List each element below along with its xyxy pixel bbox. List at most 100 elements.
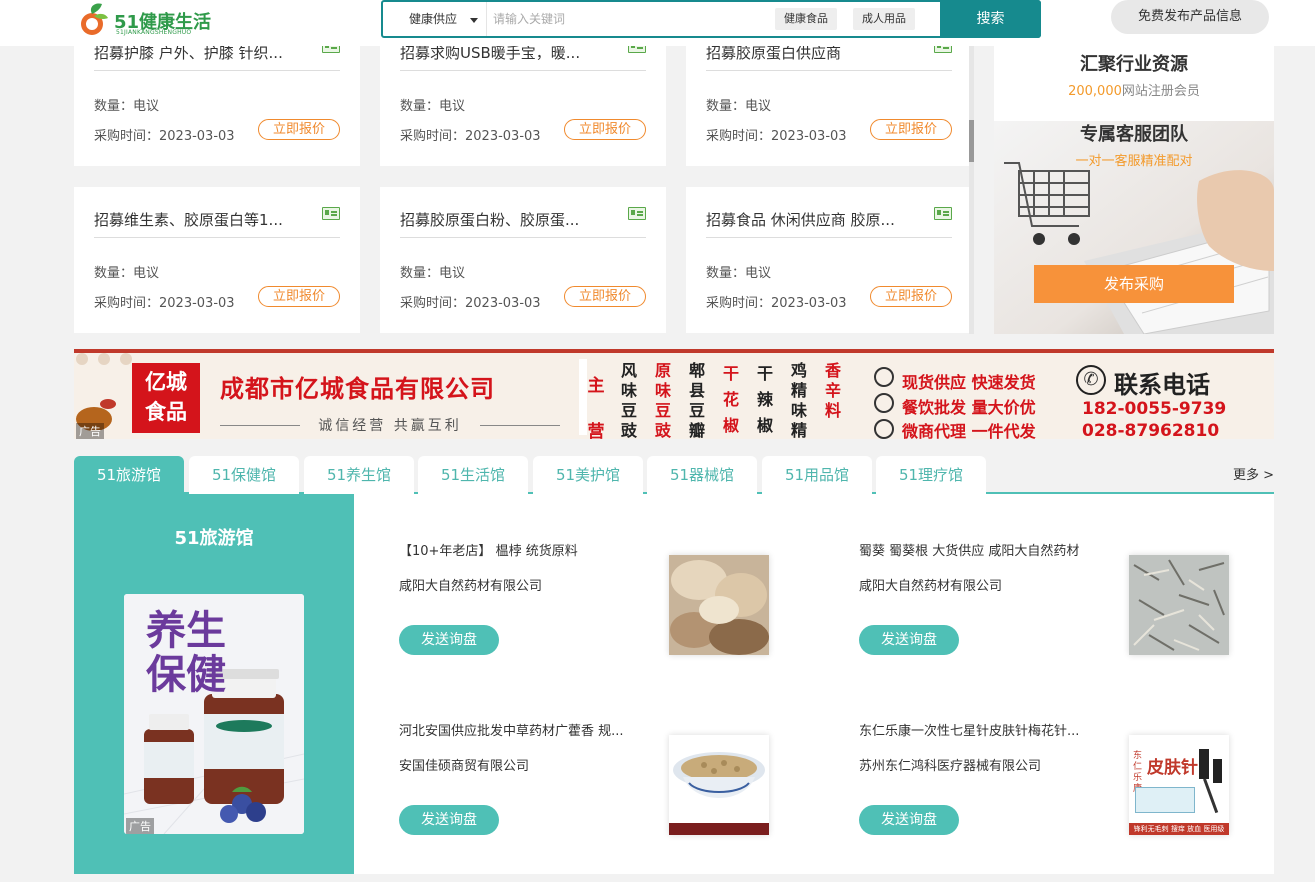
truck-icon [874, 367, 894, 387]
publish-product-button[interactable]: 免费发布产品信息 [1111, 0, 1269, 34]
publish-purchase-button[interactable]: 发布采购 [1034, 265, 1234, 303]
card-title[interactable]: 招募胶原蛋白粉、胶原蛋... [400, 209, 646, 238]
tab-life[interactable]: 51生活馆 [418, 456, 528, 494]
tab-therapy[interactable]: 51理疗馆 [876, 456, 986, 494]
quote-button[interactable]: 立即报价 [258, 119, 340, 140]
ad-label: 广告 [76, 423, 104, 439]
promo-panel: 汇聚行业资源 200,000网站注册会员 专属客服团队 一对一客服精准配对 发布… [994, 46, 1274, 334]
ad-service: 现货供应 快速发货 [902, 373, 1036, 392]
ad-product: 香辛料 [824, 361, 841, 420]
card-quantity: 数量：电议 [400, 266, 466, 281]
more-link[interactable]: 更多 > [1233, 464, 1274, 483]
card-purchase-time: 采购时间：2023-03-03 [706, 296, 847, 311]
quote-button[interactable]: 立即报价 [564, 286, 646, 307]
promo-title-resources: 汇聚行业资源 [1080, 54, 1188, 75]
card-title[interactable]: 招募求购USB暖手宝，暖... [400, 42, 646, 71]
slogan-line-right [480, 425, 560, 426]
search-type-label: 健康供应 [409, 12, 458, 26]
phone-icon: ✆ [1076, 365, 1106, 395]
product-company[interactable]: 安国佳硕商贸有限公司 [399, 755, 529, 774]
product-title[interactable]: 东仁乐康一次性七星针皮肤针梅花针... [859, 720, 1104, 739]
ad-product: 干花椒 [722, 364, 739, 435]
contact-card-icon [934, 207, 952, 220]
purchase-card[interactable]: 招募食品 休闲供应商 胶原... 数量：电议 采购时间：2023-03-03 立… [686, 187, 972, 333]
card-quantity: 数量：电议 [706, 99, 772, 114]
ad-text-line2: 保健 [146, 652, 226, 698]
ad-main-label: 主营 [587, 376, 605, 439]
quote-button[interactable]: 立即报价 [258, 286, 340, 307]
purchase-card[interactable]: 招募胶原蛋白粉、胶原蛋... 数量：电议 采购时间：2023-03-03 立即报… [380, 187, 666, 333]
logo-subtitle: 51JIANKANGSHENGHUO [116, 29, 192, 36]
product-company[interactable]: 咸阳大自然药材有限公司 [859, 575, 1002, 594]
send-inquiry-button[interactable]: 发送询盘 [399, 805, 499, 835]
tab-beauty[interactable]: 51美护馆 [533, 456, 643, 494]
member-text: 网站注册会员 [1121, 84, 1200, 99]
card-quantity: 数量：电议 [706, 266, 772, 281]
ad-product: 鸡精味精 [790, 361, 807, 439]
site-logo[interactable]: 51健康生活 51JIANKANGSHENGHUO [78, 2, 218, 38]
ad-product: 干辣椒 [756, 364, 773, 435]
card-quantity: 数量：电议 [94, 266, 160, 281]
tab-supplies[interactable]: 51用品馆 [762, 456, 872, 494]
search-tag-health-food[interactable]: 健康食品 [775, 8, 837, 30]
purchase-card[interactable]: 招募维生素、胶原蛋白等1... 数量：电议 采购时间：2023-03-03 立即… [74, 187, 360, 333]
card-title[interactable]: 招募胶原蛋白供应商 [706, 42, 952, 71]
promo-title-service: 专属客服团队 [1080, 124, 1188, 145]
contact-card-icon [628, 207, 646, 220]
ad-product: 原味豆豉 [654, 361, 671, 439]
product-title[interactable]: 蜀葵 蜀葵根 大货供应 咸阳大自然药材 [859, 540, 1104, 559]
ad-logo-line1: 亿城 [145, 370, 187, 394]
search-type-select[interactable]: 健康供应 [391, 2, 487, 36]
product-image[interactable] [669, 555, 769, 655]
product-title[interactable]: 【10+年老店】 榅桲 统货原料 [399, 540, 644, 559]
card-quantity: 数量：电议 [400, 99, 466, 114]
ad-banner[interactable]: 亿城 食品 成都市亿城食品有限公司 诚信经营 共赢互利 主营 风味豆豉 原味豆豉… [74, 349, 1274, 439]
chevron-down-icon [470, 18, 478, 23]
search-button[interactable]: 搜索 [940, 0, 1041, 38]
ad-phone-1: 182-0055-9739 [1082, 399, 1227, 419]
header: 51健康生活 51JIANKANGSHENGHUO 健康供应 健康食品 成人用品… [0, 0, 1315, 46]
product-image[interactable] [669, 735, 769, 835]
scrollbar-track[interactable] [969, 46, 974, 334]
card-purchase-time: 采购时间：2023-03-03 [94, 296, 235, 311]
card-title[interactable]: 招募维生素、胶原蛋白等1... [94, 209, 340, 238]
member-count: 200,000 [1068, 84, 1122, 99]
product-image[interactable] [1129, 555, 1229, 655]
category-panel: 51旅游馆 养生 保健 广告 [74, 494, 354, 874]
card-quantity: 数量：电议 [94, 99, 160, 114]
slogan-line-left [220, 425, 300, 426]
product-company[interactable]: 咸阳大自然药材有限公司 [399, 575, 542, 594]
ad-text-line1: 养生 [146, 608, 226, 654]
ad-logo-line2: 食品 [145, 400, 187, 424]
card-title[interactable]: 招募食品 休闲供应商 胶原... [706, 209, 952, 238]
panel-title[interactable]: 51旅游馆 [74, 524, 354, 550]
card-title[interactable]: 招募护膝 户外、护膝 针织... [94, 42, 340, 71]
product-box [1135, 787, 1195, 813]
send-inquiry-button[interactable]: 发送询盘 [859, 625, 959, 655]
search-input[interactable] [493, 2, 763, 36]
search-tag-adult[interactable]: 成人用品 [853, 8, 915, 30]
product-banner: 锋利无毛刺 搜痒 放血 医用级 [1129, 823, 1229, 835]
card-purchase-time: 采购时间：2023-03-03 [706, 129, 847, 144]
tab-travel[interactable]: 51旅游馆 [74, 456, 184, 494]
ad-phone-2: 028-87962810 [1082, 421, 1220, 439]
ad-service: 微商代理 一件代发 [902, 422, 1036, 439]
product-title[interactable]: 河北安国供应批发中草药材广藿香 规... [399, 720, 644, 739]
tab-health[interactable]: 51保健馆 [189, 456, 299, 494]
promo-members: 200,000网站注册会员 [994, 80, 1274, 99]
quote-button[interactable]: 立即报价 [870, 119, 952, 140]
quote-button[interactable]: 立即报价 [870, 286, 952, 307]
promo-service-subtitle: 一对一客服精准配对 [1075, 154, 1193, 169]
scrollbar-thumb[interactable] [969, 120, 974, 162]
panel-ad-image[interactable]: 养生 保健 广告 [124, 594, 304, 834]
tab-wellness[interactable]: 51养生馆 [304, 456, 414, 494]
send-inquiry-button[interactable]: 发送询盘 [399, 625, 499, 655]
discount-icon [874, 393, 894, 413]
ad-product: 风味豆豉 [620, 361, 637, 439]
tab-equipment[interactable]: 51器械馆 [647, 456, 757, 494]
send-inquiry-button[interactable]: 发送询盘 [859, 805, 959, 835]
quote-button[interactable]: 立即报价 [564, 119, 646, 140]
product-company[interactable]: 苏州东仁鸿科医疗器械有限公司 [859, 755, 1041, 774]
product-image[interactable]: 东仁乐康 皮肤针 锋利无毛刺 搜痒 放血 医用级 [1129, 735, 1229, 835]
product-grid: 【10+年老店】 榅桲 统货原料 咸阳大自然药材有限公司 发送询盘 蜀葵 蜀葵根… [354, 494, 1274, 874]
